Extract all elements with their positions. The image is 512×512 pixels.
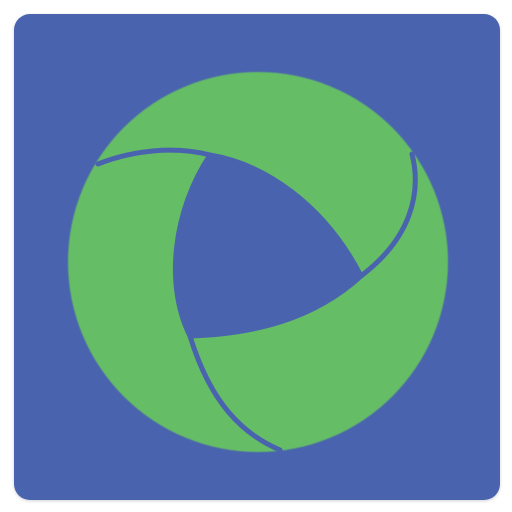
canvas	[0, 0, 512, 512]
app-icon-tile[interactable]	[14, 14, 500, 500]
swirl-logo-icon	[14, 14, 500, 500]
